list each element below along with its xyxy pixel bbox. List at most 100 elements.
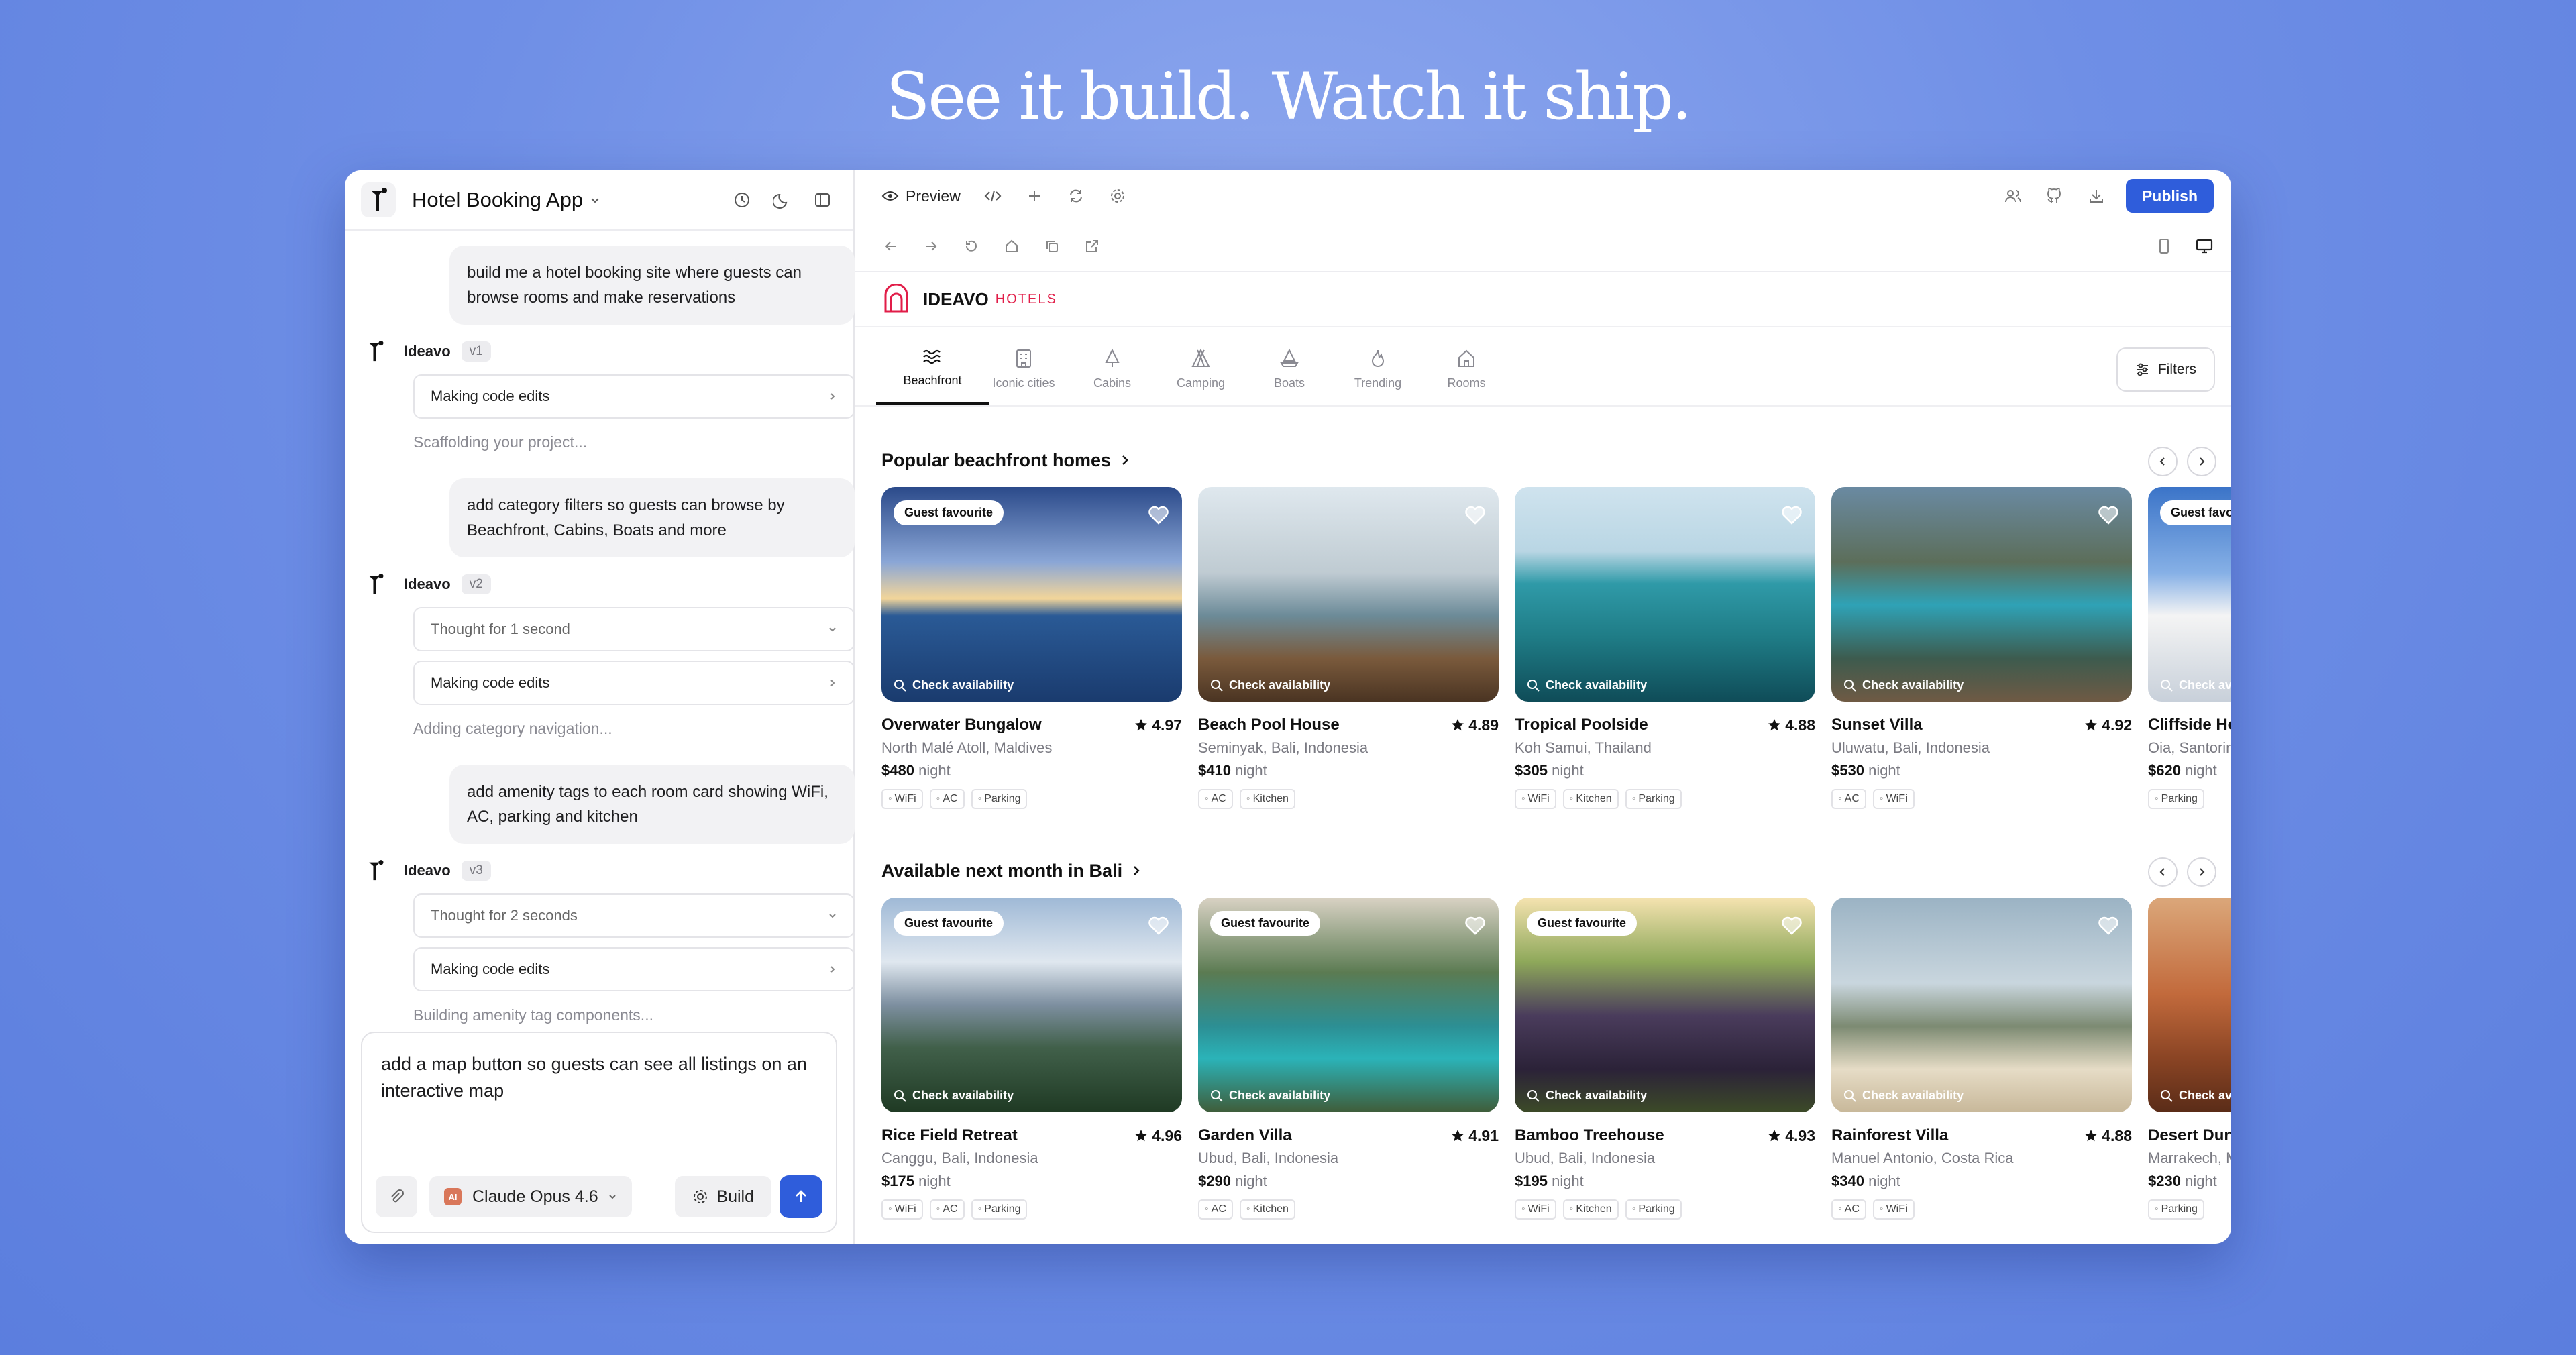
listing-name[interactable]: Rice Field Retreat <box>881 1126 1134 1145</box>
amenity-tag: WiFi <box>881 789 923 809</box>
carousel-prev-button[interactable] <box>2148 857 2178 887</box>
home-icon[interactable] <box>1002 237 1021 256</box>
version-badge[interactable]: v1 <box>461 341 491 362</box>
check-availability-link[interactable]: Check availability <box>894 678 1014 692</box>
step-card[interactable]: Making code edits <box>413 661 855 705</box>
attach-button[interactable] <box>376 1176 417 1217</box>
send-button[interactable] <box>780 1175 822 1218</box>
listing-photo[interactable]: Check availability <box>1831 487 2132 702</box>
category-rooms[interactable]: Rooms <box>1413 333 1520 405</box>
listing-name[interactable]: Rainforest Villa <box>1831 1126 2084 1145</box>
check-availability-link[interactable]: Check availability <box>1210 1089 1330 1103</box>
heart-icon[interactable] <box>1782 916 1802 935</box>
listing-photo[interactable]: Guest favourite Check availability <box>1515 898 1815 1112</box>
listing-name[interactable]: Overwater Bungalow <box>881 716 1134 735</box>
check-availability-link[interactable]: Check availability <box>1210 678 1330 692</box>
section-title[interactable]: Available next month in Bali <box>881 857 2231 884</box>
external-link-icon[interactable] <box>1083 237 1102 256</box>
heart-icon[interactable] <box>2098 916 2118 935</box>
desktop-view-icon[interactable] <box>2195 237 2214 256</box>
plus-icon[interactable] <box>1025 186 1044 205</box>
mobile-view-icon[interactable] <box>2155 237 2174 256</box>
guest-favourite-badge: Guest favourite <box>1527 911 1638 936</box>
listing-card[interactable]: Guest favourite Check availability Rice Fi… <box>881 898 1182 1220</box>
listing-photo[interactable]: Guest favourite Check availability <box>881 487 1182 702</box>
listing-card[interactable]: Guest favo Check availability Cliffside Ho… <box>2148 487 2231 809</box>
check-availability-link[interactable]: Check availability <box>1843 678 1964 692</box>
waves-icon <box>923 349 941 364</box>
listing-card[interactable]: Check availability Sunset Villa 4.92 Uluwat… <box>1831 487 2132 809</box>
chat-composer[interactable]: add a map button so guests can see all l… <box>361 1032 837 1233</box>
thought-card[interactable]: Thought for 2 seconds <box>413 893 855 938</box>
listing-card[interactable]: Check availability Beach Pool House 4.89 Se… <box>1198 487 1499 809</box>
thought-card[interactable]: Thought for 1 second <box>413 607 855 651</box>
card-header: Desert Dun <box>2148 1124 2231 1147</box>
sidebar-toggle-icon[interactable] <box>810 188 835 212</box>
listing-name[interactable]: Cliffside Ho <box>2148 716 2231 735</box>
heart-icon[interactable] <box>1465 506 1485 525</box>
publish-button[interactable]: Publish <box>2125 179 2214 213</box>
version-badge[interactable]: v3 <box>461 861 491 881</box>
project-title[interactable]: Hotel Booking App <box>412 188 583 212</box>
history-icon[interactable] <box>730 188 754 212</box>
listing-card[interactable]: Guest favourite Check availability Bamboo … <box>1515 898 1815 1220</box>
code-icon[interactable] <box>983 186 1002 205</box>
back-arrow-icon[interactable] <box>881 237 900 256</box>
reload-icon[interactable] <box>962 237 981 256</box>
listing-photo[interactable]: Check availability <box>2148 898 2231 1112</box>
listing-card[interactable]: Check availability Tropical Poolside 4.88 K… <box>1515 487 1815 809</box>
ideavo-logo-icon <box>361 337 390 366</box>
forward-arrow-icon[interactable] <box>922 237 941 256</box>
heart-icon[interactable] <box>1782 506 1802 525</box>
step-card[interactable]: Making code edits <box>413 947 855 991</box>
listing-photo[interactable]: Guest favourite Check availability <box>1198 898 1499 1112</box>
preview-tab[interactable]: Preview <box>881 187 961 205</box>
settings-icon[interactable] <box>1108 186 1127 205</box>
check-availability-link[interactable]: Check availability <box>894 1089 1014 1103</box>
model-selector[interactable]: AI Claude Opus 4.6 <box>429 1176 632 1217</box>
heart-icon[interactable] <box>1148 506 1169 525</box>
listing-photo[interactable]: Check availability <box>1515 487 1815 702</box>
check-availability-link[interactable]: Check availability <box>1843 1089 1964 1103</box>
listing-name[interactable]: Bamboo Treehouse <box>1515 1126 1768 1145</box>
rating: 4.96 <box>1134 1127 1182 1145</box>
carousel-next-button[interactable] <box>2187 447 2216 476</box>
heart-icon[interactable] <box>1465 916 1485 935</box>
listing-name[interactable]: Beach Pool House <box>1198 716 1451 735</box>
users-icon[interactable] <box>2004 186 2023 205</box>
check-availability-link[interactable]: Check availability <box>1527 1089 1647 1103</box>
listing-name[interactable]: Desert Dun <box>2148 1126 2231 1145</box>
check-availability-link[interactable]: Check availability <box>2160 678 2231 692</box>
check-availability-link[interactable]: Check availability <box>1527 678 1647 692</box>
listing-name[interactable]: Garden Villa <box>1198 1126 1451 1145</box>
listing-card[interactable]: Guest favourite Check availability Overwat… <box>881 487 1182 809</box>
refresh-icon[interactable] <box>1067 186 1085 205</box>
category-label: Cabins <box>1093 376 1132 390</box>
heart-icon[interactable] <box>1148 916 1169 935</box>
listing-name[interactable]: Sunset Villa <box>1831 716 2084 735</box>
step-card[interactable]: Making code edits <box>413 374 855 419</box>
listing-card[interactable]: Check availability Desert Dun Marrakech, M… <box>2148 898 2231 1220</box>
github-icon[interactable] <box>2045 186 2064 205</box>
listing-photo[interactable]: Check availability <box>1831 898 2132 1112</box>
section-title[interactable]: Popular beachfront homes <box>881 447 2231 474</box>
version-badge[interactable]: v2 <box>461 574 491 594</box>
listing-photo[interactable]: Guest favo Check availability <box>2148 487 2231 702</box>
carousel-prev-button[interactable] <box>2148 447 2178 476</box>
chevron-down-icon[interactable] <box>590 195 600 205</box>
listing-photo[interactable]: Guest favourite Check availability <box>881 898 1182 1112</box>
carousel-next-button[interactable] <box>2187 857 2216 887</box>
listing-name[interactable]: Tropical Poolside <box>1515 716 1768 735</box>
download-icon[interactable] <box>2087 186 2106 205</box>
listing-photo[interactable]: Check availability <box>1198 487 1499 702</box>
amenity-tag: WiFi <box>1872 789 1915 809</box>
filters-button[interactable]: Filters <box>2116 347 2215 392</box>
listing-card[interactable]: Check availability Rainforest Villa 4.88 Ma… <box>1831 898 2132 1220</box>
prompt-input[interactable]: add a map button so guests can see all l… <box>362 1033 836 1104</box>
heart-icon[interactable] <box>2098 506 2118 525</box>
moon-icon[interactable] <box>770 188 794 212</box>
copy-icon[interactable] <box>1042 237 1061 256</box>
build-mode-button[interactable]: Build <box>675 1176 771 1217</box>
listing-card[interactable]: Guest favourite Check availability Garden … <box>1198 898 1499 1220</box>
check-availability-link[interactable]: Check availability <box>2160 1089 2231 1103</box>
